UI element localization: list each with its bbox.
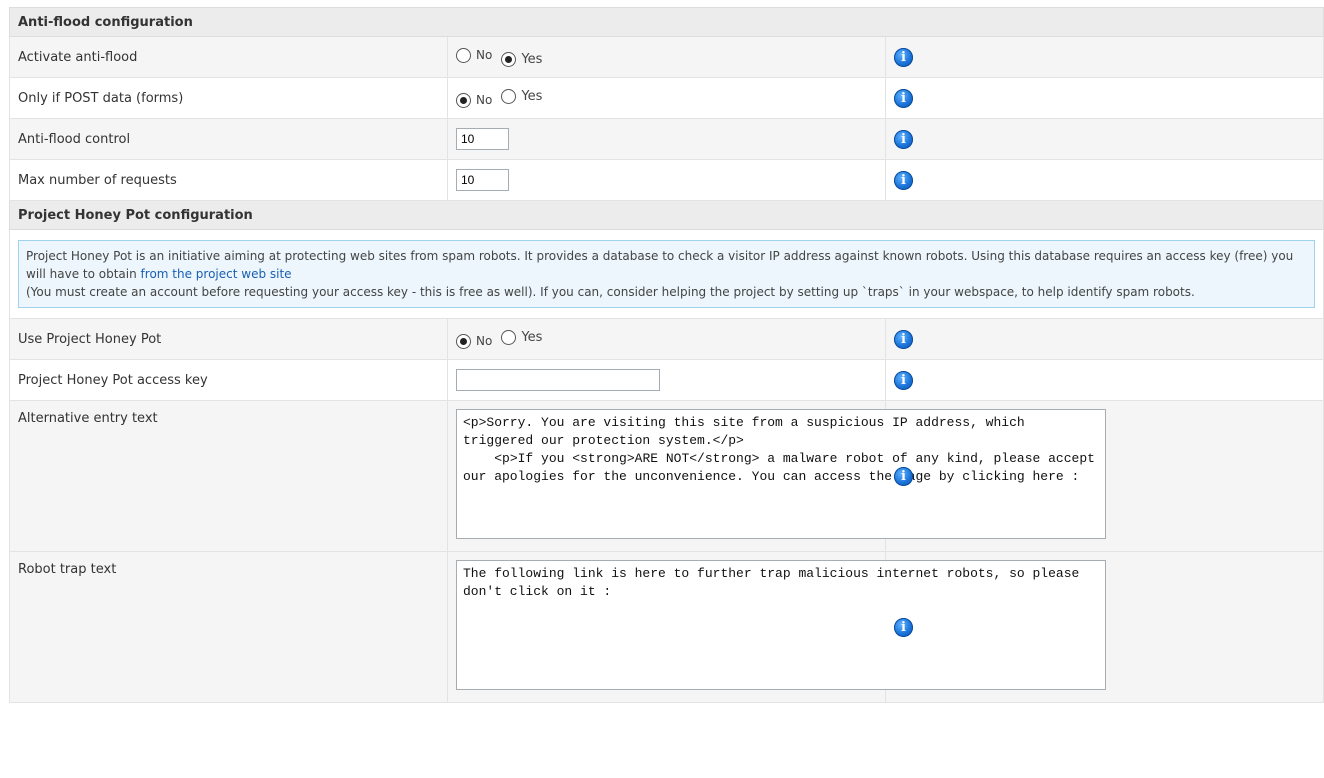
radio-no[interactable]: No [456, 47, 493, 63]
honeypot-notice: Project Honey Pot is an initiative aimin… [18, 240, 1315, 308]
control-cell [447, 359, 886, 401]
radio-group-use-honeypot: No Yes [447, 318, 886, 360]
radio-yes[interactable]: Yes [501, 329, 543, 345]
radio-yes[interactable]: Yes [501, 88, 543, 104]
notice-text: (You must create an account before reque… [26, 285, 1195, 299]
help-cell: i [885, 77, 1324, 119]
row-activate-antiflood: Activate anti-flood No Yes i [9, 36, 1324, 78]
help-cell: i [885, 359, 1324, 401]
max-requests-input[interactable] [456, 169, 509, 191]
project-website-link[interactable]: from the project web site [141, 267, 292, 281]
info-icon[interactable]: i [894, 617, 913, 637]
info-icon[interactable]: i [894, 47, 913, 67]
radio-label: No [476, 93, 493, 107]
help-cell: i [885, 36, 1324, 78]
field-label: Max number of requests [9, 159, 448, 201]
radio-label: Yes [521, 88, 543, 104]
radio-label: No [476, 48, 493, 62]
config-panel: Anti-flood configuration Activate anti-f… [9, 7, 1324, 703]
field-label: Anti-flood control [9, 118, 448, 160]
info-icon[interactable]: i [894, 170, 913, 190]
radio-group-activate: No Yes [447, 36, 886, 78]
radio-button[interactable] [501, 88, 517, 104]
field-label: Project Honey Pot access key [9, 359, 448, 401]
radio-button[interactable] [501, 329, 517, 345]
radio-yes[interactable]: Yes [501, 51, 543, 67]
field-label: Activate anti-flood [9, 36, 448, 78]
control-cell [447, 159, 886, 201]
radio-button[interactable] [501, 51, 517, 67]
radio-label: Yes [521, 51, 543, 67]
info-icon[interactable]: i [894, 466, 913, 486]
section-header-honeypot: Project Honey Pot configuration [9, 200, 1324, 230]
control-cell [447, 118, 886, 160]
robot-trap-textarea[interactable]: The following link is here to further tr… [456, 560, 1106, 690]
access-key-input[interactable] [456, 369, 660, 391]
alternative-entry-textarea[interactable]: <p>Sorry. You are visiting this site fro… [456, 409, 1106, 539]
radio-label: Yes [521, 329, 543, 345]
row-use-honeypot: Use Project Honey Pot No Yes i [9, 318, 1324, 360]
row-alternative-entry: Alternative entry text <p>Sorry. You are… [9, 400, 1324, 552]
help-cell: i [885, 159, 1324, 201]
help-cell: i [885, 118, 1324, 160]
radio-no[interactable]: No [456, 333, 493, 349]
field-label: Alternative entry text [9, 400, 448, 552]
radio-button[interactable] [456, 92, 471, 108]
section-title: Project Honey Pot configuration [9, 200, 1324, 230]
radio-no[interactable]: No [456, 92, 493, 108]
info-icon[interactable]: i [894, 129, 913, 149]
section-title: Anti-flood configuration [9, 7, 1324, 37]
control-cell: The following link is here to further tr… [447, 551, 1106, 703]
row-post-only: Only if POST data (forms) No Yes i [9, 77, 1324, 119]
field-label: Use Project Honey Pot [9, 318, 448, 360]
help-cell: i [885, 318, 1324, 360]
row-access-key: Project Honey Pot access key i [9, 359, 1324, 401]
row-max-requests: Max number of requests i [9, 159, 1324, 201]
field-label: Only if POST data (forms) [9, 77, 448, 119]
row-antiflood-control: Anti-flood control i [9, 118, 1324, 160]
radio-label: No [476, 334, 493, 348]
info-icon[interactable]: i [894, 88, 913, 108]
section-header-antiflood: Anti-flood configuration [9, 7, 1324, 37]
row-honeypot-notice: Project Honey Pot is an initiative aimin… [9, 229, 1324, 319]
radio-button[interactable] [456, 333, 471, 349]
config-table: Anti-flood configuration Activate anti-f… [9, 7, 1324, 703]
info-icon[interactable]: i [894, 370, 913, 390]
antiflood-control-input[interactable] [456, 128, 509, 150]
radio-button[interactable] [456, 47, 471, 63]
radio-group-post-only: No Yes [447, 77, 886, 119]
info-icon[interactable]: i [894, 329, 913, 349]
field-label: Robot trap text [9, 551, 448, 703]
notice-cell: Project Honey Pot is an initiative aimin… [9, 229, 1324, 319]
row-robot-trap: Robot trap text The following link is he… [9, 551, 1324, 703]
control-cell: <p>Sorry. You are visiting this site fro… [447, 400, 1106, 552]
